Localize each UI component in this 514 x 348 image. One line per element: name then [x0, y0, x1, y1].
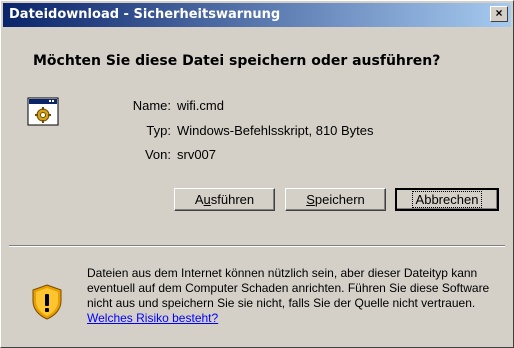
warning-message: Dateien aus dem Internet können nützlich… — [87, 266, 490, 310]
run-accelerator: u — [203, 192, 211, 207]
from-label: Von: — [144, 147, 171, 162]
run-label-start: A — [194, 192, 204, 207]
run-button[interactable]: Ausführen — [174, 188, 275, 211]
save-accelerator: S — [306, 192, 315, 207]
name-label: Name: — [132, 98, 171, 113]
separator — [9, 245, 505, 247]
file-source: srv007 — [177, 147, 217, 162]
run-label-end: sführen — [210, 192, 255, 207]
type-label: Typ: — [146, 123, 171, 138]
file-type: Windows-Befehlsskript, 810 Bytes — [177, 123, 374, 138]
dialog-question: Möchten Sie diese Datei speichern oder a… — [33, 53, 441, 69]
file-download-dialog: Dateidownload - Sicherheitswarnung × Möc… — [0, 0, 514, 348]
title-bar[interactable]: Dateidownload - Sicherheitswarnung × — [3, 3, 511, 27]
close-button[interactable]: × — [490, 6, 508, 22]
batch-file-icon — [27, 97, 59, 126]
save-button[interactable]: Speichern — [285, 188, 386, 211]
window-title: Dateidownload - Sicherheitswarnung — [9, 7, 281, 22]
risk-info-link[interactable]: Welches Risiko besteht? — [87, 311, 218, 325]
security-warning-text: Dateien aus dem Internet können nützlich… — [87, 266, 507, 326]
file-name: wifi.cmd — [177, 98, 224, 113]
cancel-label: Abbrechen — [411, 191, 483, 208]
save-label-end: peichern — [314, 192, 365, 207]
security-shield-icon — [32, 284, 62, 320]
cancel-button[interactable]: Abbrechen — [395, 188, 499, 211]
